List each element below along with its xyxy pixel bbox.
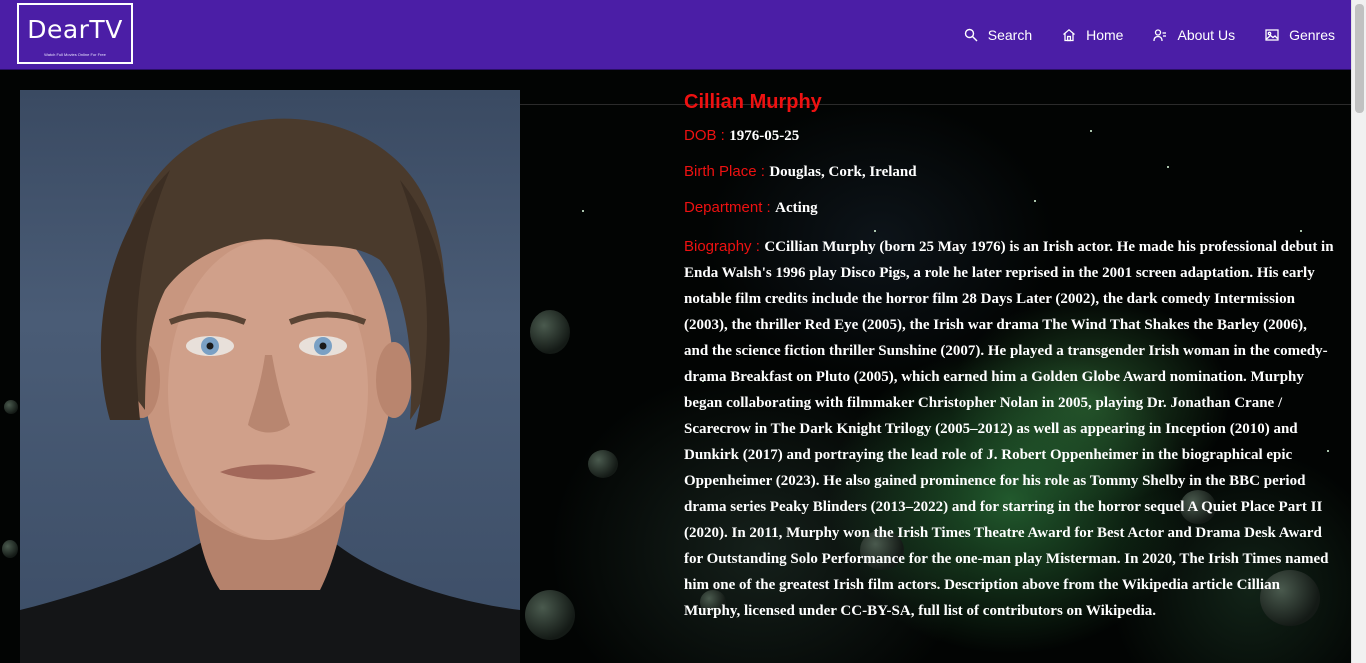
dob-row: DOB : 1976-05-25 — [684, 126, 1334, 146]
nav-link-home[interactable]: Home — [1062, 27, 1123, 43]
about-us-icon — [1153, 29, 1167, 42]
nav-link-search-label: Search — [987, 27, 1033, 43]
nav-link-about-us-label: About Us — [1177, 27, 1236, 43]
birth-place-value: Douglas, Cork, Ireland — [769, 164, 917, 180]
department-value: Acting — [775, 200, 818, 216]
biography-text: CCillian Murphy (born 25 May 1976) is an… — [684, 239, 1334, 619]
birth-place-label: Birth Place : — [684, 163, 765, 180]
dob-value: 1976-05-25 — [729, 128, 800, 144]
nav-link-home-label: Home — [1086, 27, 1124, 43]
nav-link-search[interactable]: Search — [964, 27, 1032, 43]
scrollbar-thumb[interactable] — [1355, 4, 1364, 113]
actor-name: Cillian Murphy — [684, 91, 822, 113]
logo-tagline: Watch Full Movies Online For Free — [44, 52, 106, 57]
biography-label: Biography : — [684, 238, 760, 255]
department-row: Department : Acting — [684, 198, 1334, 218]
actor-details: Cillian Murphy DOB : 1976-05-25 Birth Pl… — [684, 90, 1334, 640]
department-label: Department : — [684, 199, 771, 216]
nav-link-about-us[interactable]: About Us — [1153, 27, 1235, 43]
navbar: DearTV Watch Full Movies Online For Free… — [0, 0, 1351, 70]
biography-row: Biography : CCillian Murphy (born 25 May… — [684, 234, 1334, 624]
search-icon — [964, 28, 978, 42]
nav-link-genres[interactable]: Genres — [1265, 27, 1335, 43]
nav-links: Search Home About Us Genres — [934, 0, 1335, 70]
image-icon — [1265, 29, 1279, 41]
page-scrollbar[interactable] — [1351, 0, 1366, 663]
logo-title: DearTV — [27, 15, 123, 44]
home-icon — [1063, 28, 1076, 42]
birth-place-row: Birth Place : Douglas, Cork, Ireland — [684, 162, 1334, 182]
dob-label: DOB : — [684, 127, 725, 144]
actor-portrait — [20, 90, 520, 663]
nav-link-genres-label: Genres — [1289, 27, 1335, 43]
site-logo[interactable]: DearTV Watch Full Movies Online For Free — [17, 3, 133, 64]
